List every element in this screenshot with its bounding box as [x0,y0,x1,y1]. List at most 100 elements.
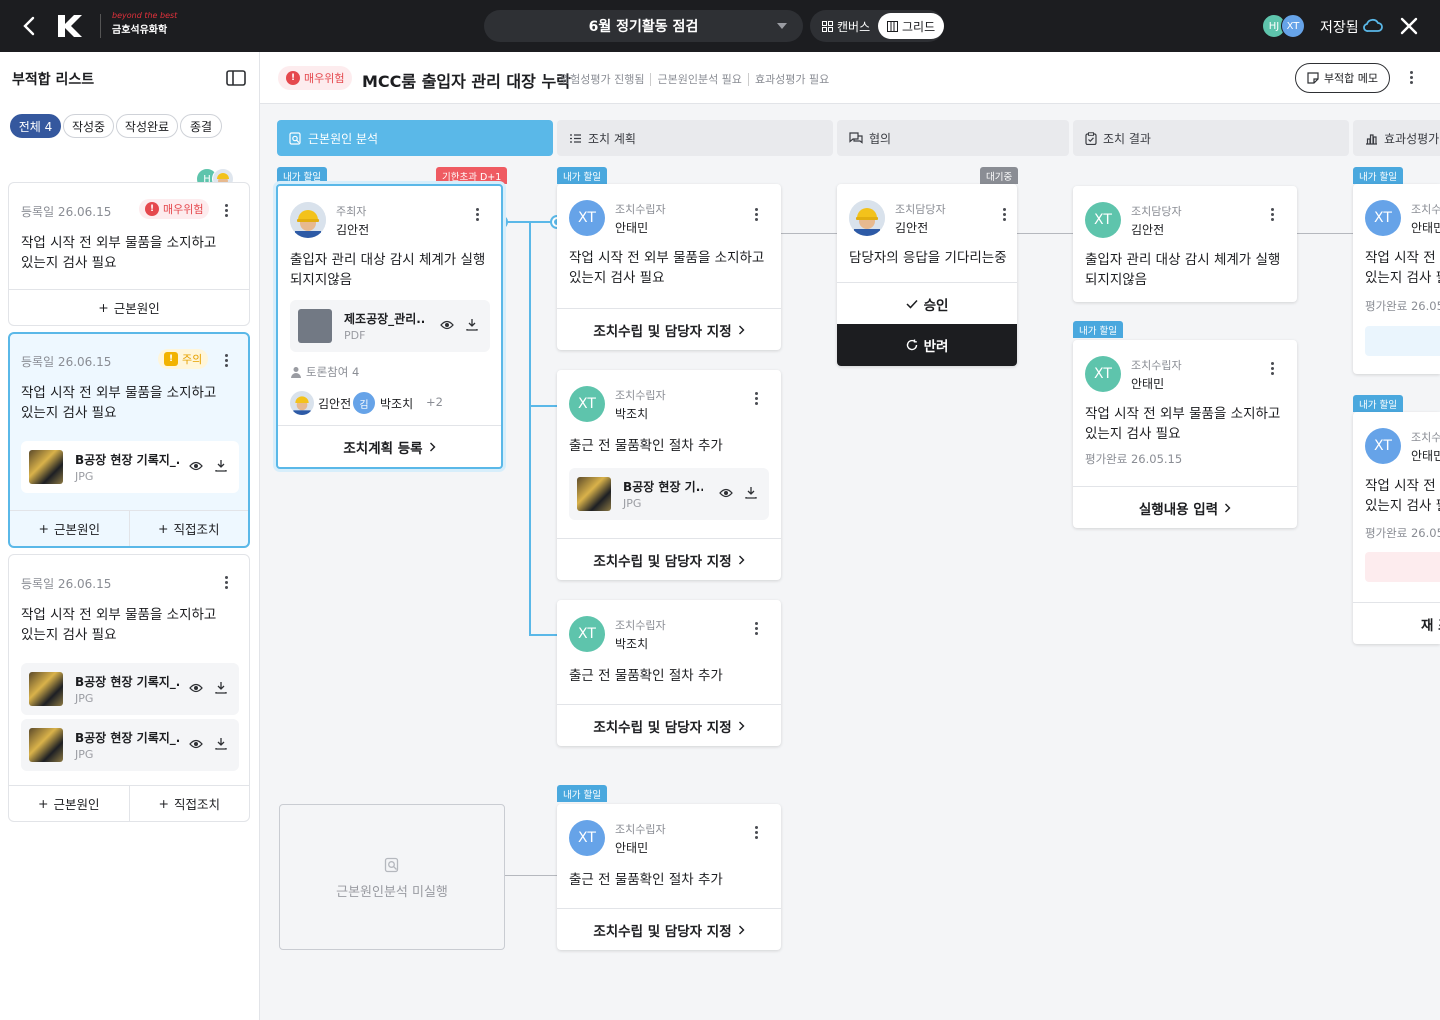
status-tag: 위험성평가 진행됨 [560,73,645,86]
author-name: 김안전 [1131,223,1165,237]
collaborator-avatars[interactable]: HJ XT [1262,14,1308,38]
eye-icon[interactable] [440,319,454,331]
assign-owner-button[interactable]: 조치수립 및 담당자 지정 [557,538,781,580]
more-options-icon[interactable] [1410,71,1414,85]
sidebar-collapse-icon[interactable] [226,70,246,86]
card-description: 작업 시작 전 외부 물품을 소지하고 있는지 검사 필요 [21,607,217,643]
author-role: 조치담당자 [895,203,946,216]
more-options-icon[interactable] [755,622,759,636]
author-name: 김안전 [895,221,929,235]
column-root-cause[interactable]: 근본원인 분석 [277,120,553,156]
more-options-icon[interactable] [1003,208,1007,222]
eye-icon[interactable] [189,460,203,472]
view-canvas-button[interactable]: 캔버스 [813,13,879,39]
add-root-cause-button[interactable]: + 근본원인 [9,786,129,821]
worker-photo-icon [290,202,326,238]
eye-icon[interactable] [719,487,733,499]
more-options-icon[interactable] [755,208,759,222]
assign-owner-label: 조치수립 및 담당자 지정 [593,719,732,736]
more-options-icon[interactable] [755,826,759,840]
connector-line [1297,233,1353,234]
download-icon[interactable] [466,318,478,331]
column-label: 조치 계획 [588,131,636,146]
effectiveness-action-button[interactable]: 재 조 [1353,602,1440,644]
action-result-card[interactable]: XT 조치담당자 김안전 출입자 관리 대상 감시 체계가 실행되지지않음 [1073,186,1297,302]
more-options-icon[interactable] [755,392,759,406]
more-options-icon[interactable] [1271,208,1275,222]
list-item[interactable]: 등록일 26.06.15 ! 매우위험 작업 시작 전 외부 물품을 소지하고 … [8,182,250,326]
registered-date: 등록일 26.06.15 [21,355,112,369]
action-plan-card[interactable]: XT 조치수립자 안태민 출근 전 물품확인 절차 추가 조치수립 및 담당자 … [557,804,781,950]
bar-chart-icon [1366,133,1377,145]
action-result-card[interactable]: XT 조치수립자 안태민 작업 시작 전 외부 물품을 소지하고 있는지 검사 … [1073,340,1297,528]
consultation-card[interactable]: 조치담당자 김안전 담당자의 응답을 기다리는중 승인 반려 [837,184,1017,366]
attachment[interactable]: B공장 현장 기록지_... JPG [21,441,239,493]
root-cause-empty-state[interactable]: 근본원인분석 미실행 [279,804,505,950]
filter-in-progress[interactable]: 작성중 [63,114,114,138]
list-item[interactable]: 등록일 26.06.15 작업 시작 전 외부 물품을 소지하고 있는지 검사 … [8,554,250,822]
add-direct-action-button[interactable]: + 직접조치 [128,511,249,546]
author-role: 조치담당자 [1131,205,1182,218]
list-item-selected[interactable]: 등록일 26.06.15 ! 주의 작업 시작 전 외부 물품을 소지하고 있는… [8,332,250,548]
view-grid-button[interactable]: 그리드 [878,13,945,39]
effectiveness-card[interactable]: XT 조치수 안태민 작업 시작 전 외 있는지 검사 필 평가완료 26.05… [1353,412,1440,644]
filter-completed[interactable]: 작성완료 [116,114,178,138]
download-icon[interactable] [215,459,227,472]
more-options-icon[interactable] [225,204,229,218]
attachment-name: 제조공장_관리... [344,312,424,326]
caution-badge: ! 주의 [158,349,209,369]
eye-icon[interactable] [189,682,203,694]
more-options-icon[interactable] [225,576,229,590]
effectiveness-action-button[interactable] [1365,326,1440,356]
column-action-plan[interactable]: 조치 계획 [557,120,833,156]
author-name: 안태민 [1131,377,1165,391]
attachment[interactable]: B공장 현장 기록지_... JPG [21,663,239,715]
effectiveness-card[interactable]: XT 조치수 안태민 작업 시작 전 외부 있는지 검사 필 평가완료 26.0… [1353,184,1440,374]
assign-owner-button[interactable]: 조치수립 및 담당자 지정 [557,308,781,350]
author-name: 안태민 [1411,449,1440,463]
brand-tagline: beyond the best [112,11,178,20]
eye-icon[interactable] [189,738,203,750]
action-plan-card[interactable]: XT 조치수립자 안태민 작업 시작 전 외부 물품을 소지하고 있는지 검사 … [557,184,781,350]
assign-owner-button[interactable]: 조치수립 및 담당자 지정 [557,704,781,746]
session-selector[interactable]: 6월 정기활동 점검 [484,10,803,42]
risk-badge: ! 매우위험 [278,66,353,90]
author-avatar-photo [290,202,326,238]
column-effectiveness[interactable]: 효과성평가 [1353,120,1440,156]
reject-button[interactable]: 반려 [837,324,1017,366]
assign-owner-button[interactable]: 조치수립 및 담당자 지정 [557,908,781,950]
download-icon[interactable] [215,681,227,694]
registered-date: 등록일 26.06.15 [21,205,112,219]
approve-button[interactable]: 승인 [837,282,1017,324]
action-plan-card[interactable]: XT 조치수립자 박조치 출근 전 물품확인 절차 추가 조치수립 및 담당자 … [557,600,781,746]
register-action-plan-button[interactable]: 조치계획 등록 [278,425,501,467]
participants[interactable]: 김안전 김 박조치 +2 [290,391,490,415]
my-task-tag: 내가 할일 [557,785,607,802]
status-tag: 효과성평가 필요 [747,73,830,86]
more-options-icon[interactable] [1271,362,1275,376]
participant-avatar-photo [290,391,314,415]
my-task-tag: 내가 할일 [1353,395,1403,412]
author-role: 조치수 [1411,203,1440,216]
add-root-cause-button[interactable]: + 근본원인 [10,511,129,546]
root-cause-card[interactable]: 주최자 김안전 출입자 관리 대상 감시 체계가 실행되지지않음 제조공장_관리… [276,184,503,469]
back-arrow-icon[interactable] [18,14,40,38]
attachment[interactable]: B공장 현장 기록지_... JPG [21,719,239,771]
close-icon[interactable] [1398,15,1420,37]
column-action-result[interactable]: 조치 결과 [1073,120,1349,156]
attachment[interactable]: 제조공장_관리... PDF [290,300,490,352]
add-root-cause-button[interactable]: + 근본원인 [9,290,249,325]
add-direct-action-button[interactable]: + 직접조치 [128,786,250,821]
filter-closed[interactable]: 종결 [180,114,222,138]
download-icon[interactable] [745,486,757,499]
memo-button[interactable]: 부적합 메모 [1295,63,1390,93]
filter-all[interactable]: 전체 4 [10,114,61,138]
attachment-name: B공장 현장 기... [623,480,703,494]
column-consultation[interactable]: 협의 [837,120,1069,156]
enter-execution-button[interactable]: 실행내용 입력 [1073,486,1297,528]
download-icon[interactable] [215,737,227,750]
more-options-icon[interactable] [476,208,480,222]
attachment[interactable]: B공장 현장 기... JPG [569,468,769,520]
more-options-icon[interactable] [225,354,229,368]
action-plan-card[interactable]: XT 조치수립자 박조치 출근 전 물품확인 절차 추가 B공장 현장 기...… [557,370,781,580]
